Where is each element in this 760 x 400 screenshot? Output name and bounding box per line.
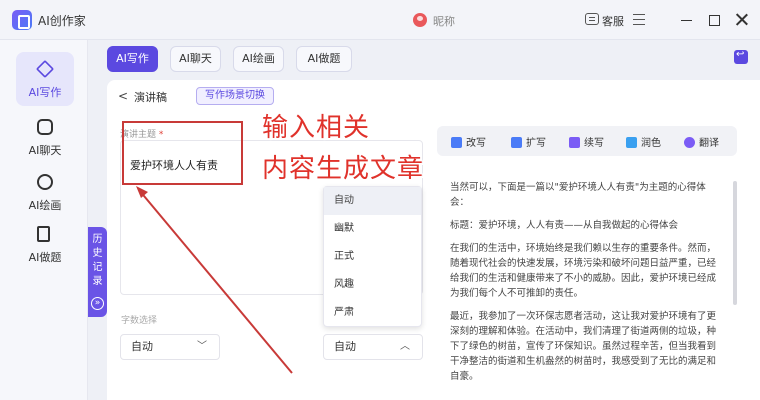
tab-ai-homework[interactable]: AI做题: [296, 46, 352, 72]
tab-ai-writing[interactable]: AI写作: [107, 46, 158, 72]
polish-button[interactable]: 润色: [626, 134, 661, 149]
word-count-select[interactable]: 自动 ﹀: [120, 334, 220, 360]
tone-option-formal[interactable]: 正式: [324, 243, 421, 271]
continue-icon: [569, 137, 580, 148]
tone-option-witty[interactable]: 风趣: [324, 271, 421, 299]
highlight-box: [122, 121, 243, 185]
continue-label: 续写: [584, 138, 604, 149]
sidebar-item-label: AI聊天: [28, 144, 62, 157]
pen-icon: [35, 59, 55, 79]
scene-switch-button[interactable]: 写作场景切换: [196, 87, 274, 105]
translate-button[interactable]: 翻译: [684, 134, 719, 149]
sidebar-item-label: AI绘画: [28, 199, 62, 212]
return-icon[interactable]: [734, 49, 748, 64]
sidebar-item-ai-writing[interactable]: AI写作: [16, 52, 74, 106]
page-title: 演讲稿: [134, 91, 167, 104]
tab-ai-painting[interactable]: AI绘画: [233, 46, 284, 72]
customer-service-icon[interactable]: [585, 13, 599, 25]
tone-option-serious[interactable]: 严肃: [324, 299, 421, 327]
sidebar-item-ai-homework[interactable]: AI做题: [16, 217, 74, 271]
title-bar: AI创作家 昵称 客服: [0, 0, 760, 40]
tone-select[interactable]: 自动 ︿: [323, 334, 423, 360]
expand-button[interactable]: 扩写: [511, 134, 546, 149]
tone-option-humorous[interactable]: 幽默: [324, 215, 421, 243]
maximize-icon[interactable]: [709, 15, 720, 26]
article-paragraph: 标题：爱护环境，人人有责——从自我做起的心得体会: [450, 220, 679, 231]
rewrite-button[interactable]: 改写: [451, 134, 486, 149]
sidebar-item-ai-chat[interactable]: AI聊天: [16, 110, 74, 164]
user-name[interactable]: 昵称: [433, 13, 455, 29]
chat-icon: [37, 119, 53, 135]
history-tab[interactable]: 历史记录 »: [88, 227, 107, 317]
edit-toolbar: 改写 扩写 续写 润色 翻译: [437, 126, 737, 156]
close-icon[interactable]: [735, 12, 749, 26]
book-icon: [37, 226, 50, 242]
tone-value: 自动: [334, 340, 356, 353]
user-avatar[interactable]: [413, 13, 427, 27]
sidebar: AI写作 AI聊天 AI绘画 AI做题: [0, 40, 88, 400]
minimize-icon[interactable]: [681, 20, 692, 21]
polish-label: 润色: [641, 138, 661, 149]
article-paragraph: 在我们的生活中，环境始终是我们赖以生存的重要条件。然而，随着现代社会的快速发展，…: [450, 243, 717, 299]
translate-icon: [684, 137, 695, 148]
expand-icon[interactable]: »: [91, 297, 104, 310]
generated-article: 当然可以，下面是一篇以"爱护环境人人有责"为主题的心得体会： 标题：爱护环境，人…: [450, 180, 720, 392]
app-logo-icon: [12, 10, 32, 30]
chevron-up-icon: ︿: [400, 341, 410, 352]
word-count-label: 字数选择: [121, 316, 158, 326]
word-count-value: 自动: [131, 340, 153, 353]
tone-dropdown: 自动 幽默 正式 风趣 严肃: [323, 186, 422, 327]
expand-label: 扩写: [526, 138, 546, 149]
continue-button[interactable]: 续写: [569, 134, 604, 149]
chevron-down-icon: ﹀: [197, 341, 207, 352]
annotation-line-1: 输入相关: [262, 113, 371, 143]
palette-icon: [37, 174, 53, 190]
sidebar-item-ai-painting[interactable]: AI绘画: [16, 165, 74, 219]
app-title: AI创作家: [38, 14, 86, 28]
rewrite-icon: [451, 137, 462, 148]
tab-ai-chat[interactable]: AI聊天: [170, 46, 221, 72]
tone-option-auto[interactable]: 自动: [324, 187, 421, 215]
annotation-line-2: 内容生成文章: [262, 154, 425, 184]
article-paragraph: 最近，我参加了一次环保志愿者活动，这让我对爱护环境有了更深刻的理解和体验。在活动…: [450, 311, 717, 382]
customer-service-button[interactable]: 客服: [602, 13, 624, 29]
output-scrollbar[interactable]: [733, 181, 737, 305]
history-label: 历史记录: [92, 234, 103, 287]
back-button[interactable]: <: [118, 89, 128, 103]
sidebar-item-label: AI做题: [28, 251, 62, 264]
rewrite-label: 改写: [466, 138, 486, 149]
article-paragraph: 当然可以，下面是一篇以"爱护环境人人有责"为主题的心得体会：: [450, 182, 706, 208]
expand-icon: [511, 137, 522, 148]
menu-icon[interactable]: [633, 14, 645, 25]
sidebar-item-label: AI写作: [28, 86, 62, 99]
polish-icon: [626, 137, 637, 148]
translate-label: 翻译: [699, 138, 719, 149]
